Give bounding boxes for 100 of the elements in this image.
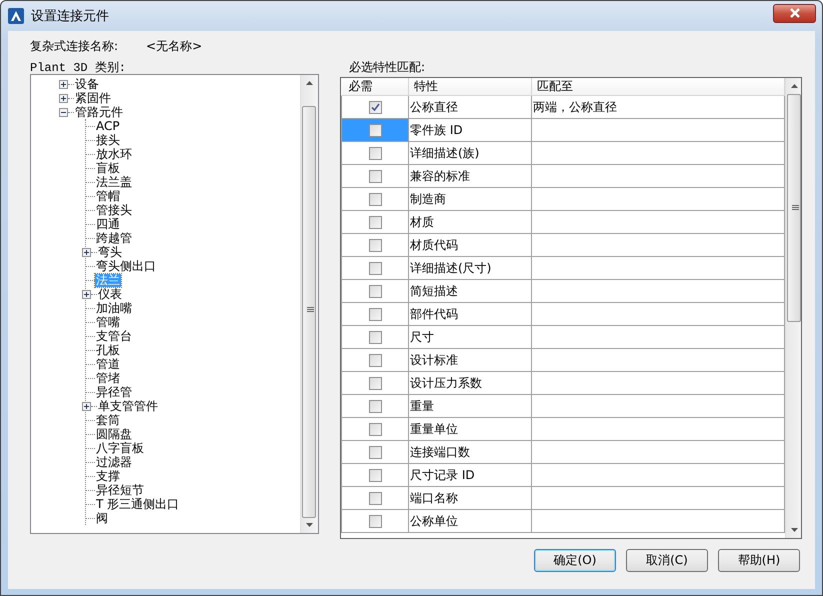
scroll-down-icon[interactable] bbox=[791, 528, 798, 532]
table-cell: 尺寸 bbox=[408, 326, 532, 348]
grip-icon bbox=[307, 307, 314, 313]
close-button[interactable] bbox=[773, 4, 816, 22]
tree-item[interactable]: 套筒 bbox=[95, 414, 121, 426]
table-cell: 连接端口数 bbox=[408, 440, 532, 464]
checkbox[interactable] bbox=[368, 423, 382, 436]
checkbox[interactable] bbox=[368, 331, 382, 344]
tree-item[interactable]: 接头 bbox=[95, 134, 121, 146]
tree-item[interactable]: 阀 bbox=[95, 512, 109, 524]
tree-item[interactable]: 异径短节 bbox=[95, 484, 145, 496]
checkbox[interactable] bbox=[368, 469, 382, 482]
table-cell: 设计压力系数 bbox=[408, 372, 532, 394]
column-header[interactable]: 匹配至 bbox=[532, 78, 784, 96]
section-label: 必选特性匹配: bbox=[349, 58, 426, 76]
table-cell: 零件族 ID bbox=[408, 118, 532, 142]
cancel-button[interactable]: 取消(C) bbox=[626, 549, 708, 572]
checkbox[interactable] bbox=[368, 515, 382, 528]
checkbox[interactable] bbox=[368, 124, 382, 138]
tree-item[interactable]: 异径管 bbox=[95, 386, 133, 398]
tree-item[interactable]: 孔板 bbox=[95, 344, 121, 356]
checkbox[interactable] bbox=[368, 239, 382, 252]
table-cell: 材质代码 bbox=[408, 234, 532, 256]
tree-item[interactable]: 设备 bbox=[74, 78, 100, 90]
tree-item[interactable]: 管道 bbox=[95, 358, 121, 370]
checkbox[interactable] bbox=[368, 193, 382, 206]
checkbox[interactable] bbox=[368, 170, 382, 184]
checkbox[interactable] bbox=[368, 308, 382, 322]
expand-icon[interactable] bbox=[59, 94, 68, 102]
scroll-up-icon[interactable] bbox=[306, 81, 313, 85]
tree-item[interactable]: 圆隔盘 bbox=[95, 428, 133, 440]
tree-item[interactable]: 加油嘴 bbox=[95, 302, 133, 314]
table-cell: 简短描述 bbox=[408, 280, 532, 302]
checkbox[interactable] bbox=[368, 354, 382, 368]
window-title: 设置连接元件 bbox=[31, 8, 109, 25]
tree-item[interactable]: 仪表 bbox=[97, 288, 123, 300]
tree-item[interactable]: 管堵 bbox=[95, 372, 121, 384]
tree-item[interactable]: 四通 bbox=[95, 218, 121, 230]
table-cell: 公称单位 bbox=[408, 510, 532, 532]
tree-item[interactable]: 管接头 bbox=[95, 204, 133, 216]
scrollbar[interactable] bbox=[785, 78, 801, 538]
table-cell: 尺寸记录 ID bbox=[408, 464, 532, 486]
section-label: Plant 3D 类别: bbox=[30, 60, 126, 76]
connection-name: <无名称> bbox=[146, 38, 202, 54]
tree-item[interactable]: 单支管管件 bbox=[97, 400, 159, 412]
tree-item[interactable]: 紧固件 bbox=[74, 92, 112, 104]
table-cell: 材质 bbox=[408, 210, 532, 234]
checkbox[interactable] bbox=[368, 492, 382, 506]
tree-item[interactable]: 跨越管 bbox=[95, 232, 133, 244]
app-logo-icon bbox=[8, 8, 24, 24]
ok-button[interactable]: 确定(O) bbox=[534, 549, 616, 572]
checkbox[interactable] bbox=[368, 216, 382, 230]
tree-item[interactable]: 管嘴 bbox=[95, 316, 121, 328]
column-header[interactable]: 必需 bbox=[342, 78, 408, 96]
tree-item[interactable]: 过滤器 bbox=[95, 456, 133, 468]
checkbox[interactable] bbox=[368, 285, 382, 298]
expand-icon[interactable] bbox=[82, 402, 91, 410]
tree-item[interactable]: T 形三通侧出口 bbox=[95, 498, 180, 510]
column-header[interactable]: 特性 bbox=[408, 78, 532, 96]
table-cell: 兼容的标准 bbox=[408, 164, 532, 188]
field-label: 复杂式连接名称: bbox=[30, 38, 118, 54]
tree-item[interactable]: 法兰盖 bbox=[95, 176, 133, 188]
checkbox[interactable] bbox=[368, 101, 382, 114]
table-cell: 详细描述(族) bbox=[408, 142, 532, 164]
grip-icon bbox=[792, 205, 799, 211]
tree-item[interactable]: 八字盲板 bbox=[95, 442, 145, 454]
table-cell: 详细描述(尺寸) bbox=[408, 256, 532, 280]
tree-item[interactable]: 管路元件 bbox=[74, 106, 124, 118]
tree-item[interactable]: 支撑 bbox=[95, 470, 121, 482]
table-cell: 公称直径 bbox=[408, 96, 532, 118]
scroll-down-icon[interactable] bbox=[306, 523, 313, 527]
table-cell: 两端，公称直径 bbox=[532, 96, 784, 118]
scroll-thumb[interactable] bbox=[787, 94, 801, 322]
tree-item[interactable]: 弯头 bbox=[97, 246, 123, 258]
checkbox[interactable] bbox=[368, 400, 382, 414]
tree-item[interactable]: ACP bbox=[95, 120, 121, 132]
table-cell: 端口名称 bbox=[408, 486, 532, 510]
checkbox[interactable] bbox=[368, 446, 382, 460]
scrollbar[interactable] bbox=[300, 75, 318, 533]
expand-icon[interactable] bbox=[59, 80, 68, 88]
table-cell: 部件代码 bbox=[408, 302, 532, 326]
scroll-thumb[interactable] bbox=[302, 106, 316, 518]
scroll-up-icon[interactable] bbox=[791, 84, 798, 88]
collapse-icon[interactable] bbox=[59, 108, 68, 116]
tree-item[interactable]: 管帽 bbox=[95, 190, 121, 202]
checkbox[interactable] bbox=[368, 262, 382, 276]
checkbox[interactable] bbox=[368, 147, 382, 160]
tree-item[interactable]: 弯头侧出口 bbox=[95, 260, 157, 272]
tree-item[interactable]: 放水环 bbox=[95, 148, 133, 160]
expand-icon[interactable] bbox=[82, 290, 91, 298]
table-cell: 重量单位 bbox=[408, 418, 532, 440]
tree-item[interactable]: 支管台 bbox=[95, 330, 133, 342]
table-cell: 设计标准 bbox=[408, 348, 532, 372]
checkbox[interactable] bbox=[368, 377, 382, 390]
table-cell: 制造商 bbox=[408, 188, 532, 210]
close-icon bbox=[788, 8, 800, 18]
tree-item[interactable]: 盲板 bbox=[95, 162, 121, 174]
table-cell: 重量 bbox=[408, 394, 532, 418]
help-button[interactable]: 帮助(H) bbox=[718, 549, 800, 572]
expand-icon[interactable] bbox=[82, 248, 91, 256]
